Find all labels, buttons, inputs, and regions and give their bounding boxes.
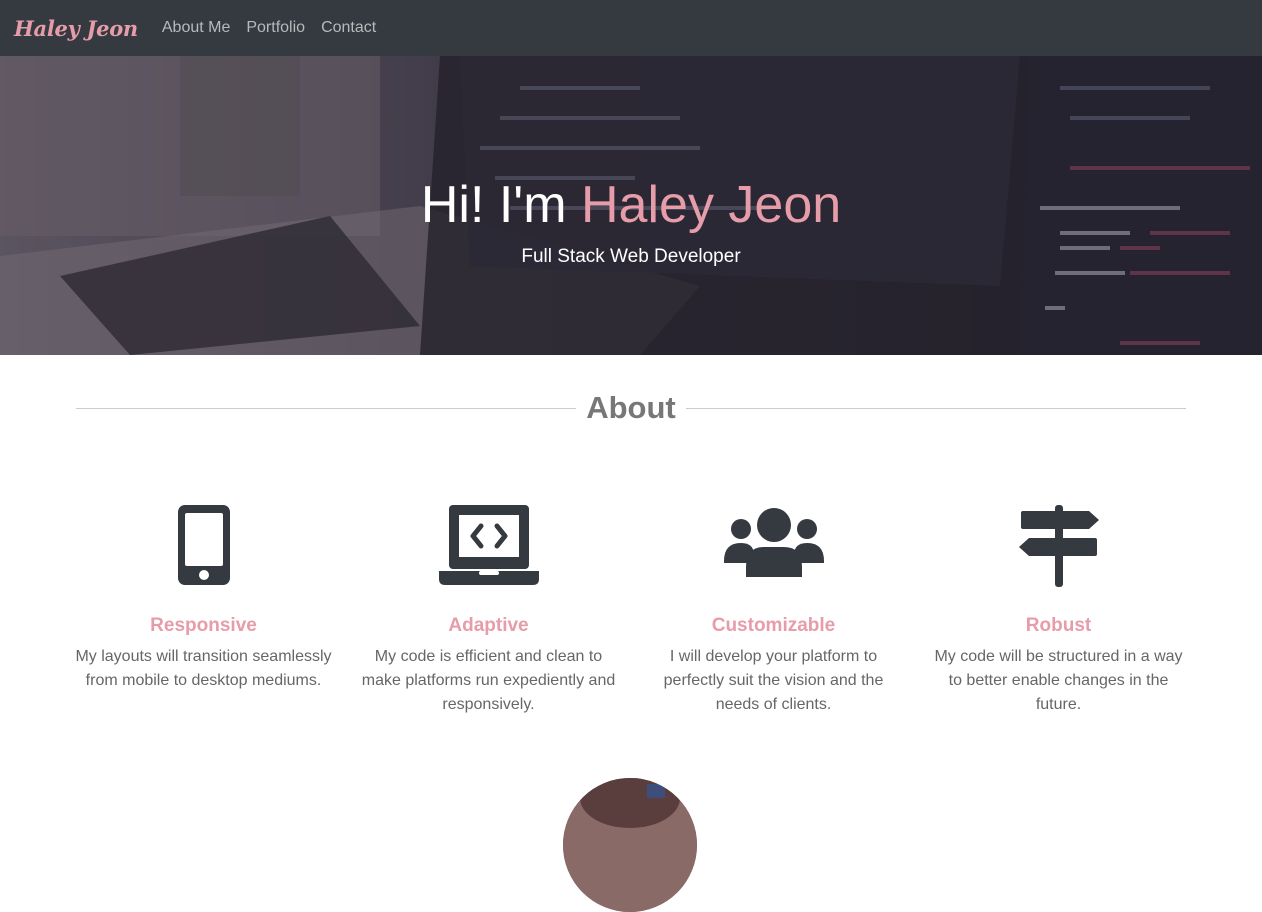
hero-greeting: Hi! I'm — [420, 176, 567, 234]
feature-description: I will develop your platform to perfectl… — [663, 648, 884, 713]
hero-subtitle: Full Stack Web Developer — [521, 246, 741, 267]
feature-robust: Robust My code will be structured in a w… — [916, 505, 1201, 717]
feature-title: Customizable — [711, 615, 836, 636]
users-icon — [631, 505, 916, 591]
feature-title: Responsive — [150, 615, 257, 636]
features-row: Responsive My layouts will transition se… — [61, 505, 1201, 717]
hero-name: Haley Jeon — [581, 176, 842, 234]
feature-description: My layouts will transition seamlessly fr… — [75, 648, 332, 689]
feature-responsive: Responsive My layouts will transition se… — [61, 505, 346, 717]
nav-links: About Me Portfolio Contact — [162, 19, 376, 37]
section-title: About — [76, 386, 1186, 430]
feature-title: Adaptive — [448, 615, 529, 636]
feature-customizable: Customizable I will develop your platfor… — [631, 505, 916, 717]
hero-banner: Hi! I'm Haley Jeon Full Stack Web Develo… — [0, 56, 1262, 355]
nav-link-contact[interactable]: Contact — [321, 19, 376, 37]
brand-logo[interactable]: Haley Jeon — [14, 16, 138, 41]
avatar — [563, 778, 697, 912]
about-heading: About — [76, 386, 1186, 430]
feature-title: Robust — [1025, 615, 1092, 636]
navbar: Haley Jeon About Me Portfolio Contact — [0, 0, 1262, 56]
mobile-phone-icon — [61, 505, 346, 591]
nav-link-about-me[interactable]: About Me — [162, 19, 230, 37]
feature-description: My code will be structured in a way to b… — [934, 648, 1183, 713]
feature-description: My code is efficient and clean to make p… — [361, 648, 616, 713]
hero-content: Hi! I'm Haley Jeon Full Stack Web Develo… — [0, 174, 1262, 268]
hero-title: Hi! I'm Haley Jeon — [0, 174, 1262, 236]
feature-adaptive: Adaptive My code is efficient and clean … — [346, 505, 631, 717]
laptop-code-icon — [346, 505, 631, 591]
nav-link-portfolio[interactable]: Portfolio — [246, 19, 305, 37]
signpost-icon — [916, 505, 1201, 591]
